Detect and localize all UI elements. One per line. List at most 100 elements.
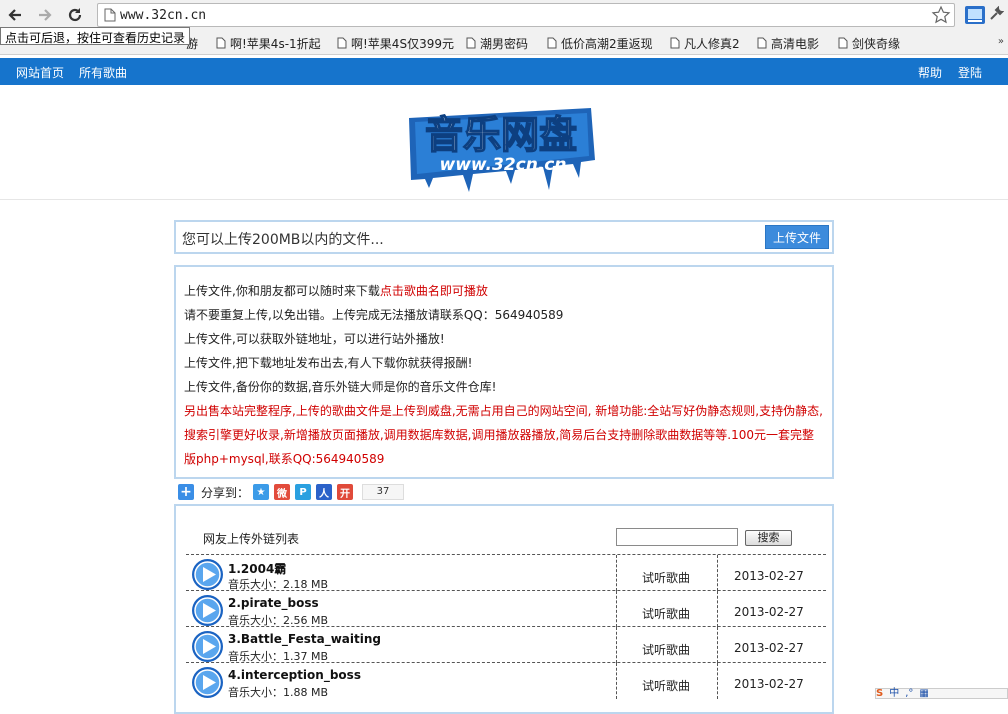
bookmark-item[interactable]: 低价高潮2重返现 — [547, 35, 653, 51]
search-button[interactable]: 搜索 — [745, 530, 792, 546]
back-arrow-icon — [8, 9, 21, 21]
song-table: 1.2004霸 音乐大小：2.18 MB 试听歌曲 2013-02-27 2.p… — [186, 554, 826, 699]
ime-punctuation-icon[interactable]: ,° — [905, 689, 913, 699]
ime-language[interactable]: 中 — [889, 689, 899, 699]
listen-link[interactable]: 试听歌曲 — [642, 605, 690, 622]
bookmark-item[interactable]: 凡人修真2 — [670, 35, 740, 51]
kaixin-icon[interactable]: 开 — [337, 484, 354, 500]
song-name-link[interactable]: 2.pirate_boss — [228, 596, 319, 610]
ime-toolbar[interactable]: S 中 ,° ▦ — [875, 688, 1008, 699]
sale-notice-line: 另出售本站完整程序,上传的歌曲文件是上传到威盘,无需占用自己的网站空间, 新增功… — [184, 404, 823, 418]
table-row: 1.2004霸 音乐大小：2.18 MB 试听歌曲 2013-02-27 — [186, 554, 826, 591]
table-row: 2.pirate_boss 音乐大小：2.56 MB 试听歌曲 2013-02-… — [186, 590, 826, 627]
bookmark-item[interactable]: 啊!苹果4s-1折起 — [216, 35, 321, 51]
list-title: 网友上传外链列表 — [203, 532, 300, 546]
upload-placeholder[interactable]: 您可以上传200MB以内的文件... — [182, 229, 384, 249]
reload-icon — [68, 8, 82, 22]
notice-line: 上传文件,备份你的数据,音乐外链大师是你的音乐文件仓库! — [184, 380, 497, 394]
tencent-weibo-icon[interactable]: P — [295, 484, 312, 500]
bookmark-label: 啊!苹果4S仅399元 — [351, 36, 454, 51]
bookmark-label: 低价高潮2重返现 — [561, 36, 653, 51]
listen-link[interactable]: 试听歌曲 — [642, 641, 690, 658]
bookmark-label: 剑侠奇缘 — [852, 36, 901, 51]
sale-notice-line: 版php+mysql,联系QQ:564940589 — [184, 452, 385, 466]
back-button[interactable] — [4, 4, 26, 26]
table-row: 4.interception_boss 音乐大小：1.88 MB 试听歌曲 20… — [186, 662, 826, 699]
address-bar[interactable]: www.32cn.cn — [97, 3, 955, 27]
bookmark-label: 啊!苹果4s-1折起 — [230, 36, 321, 51]
nav-home-link[interactable]: 网站首页 — [16, 64, 64, 81]
forward-button[interactable] — [34, 4, 56, 26]
weibo-icon[interactable]: 微 — [274, 484, 291, 500]
renren-icon[interactable]: 人 — [316, 484, 333, 500]
qzone-star-icon[interactable]: ★ — [253, 484, 270, 500]
listen-link[interactable]: 试听歌曲 — [642, 677, 690, 694]
bookmark-page-icon — [757, 37, 767, 49]
forward-arrow-icon — [39, 9, 52, 21]
song-name-link[interactable]: 4.interception_boss — [228, 668, 361, 682]
nav-all-songs-link[interactable]: 所有歌曲 — [79, 64, 127, 81]
back-tooltip: 点击可后退，按住可查看历史记录 — [0, 27, 191, 45]
wrench-menu-icon[interactable] — [988, 6, 1004, 22]
share-bar: + 分享到： ★ 微 P 人 开 37 — [178, 482, 405, 502]
column-divider — [616, 663, 617, 699]
play-icon[interactable] — [191, 630, 224, 663]
site-nav: 网站首页 所有歌曲 帮助 登陆 — [0, 58, 1008, 85]
upload-date: 2013-02-27 — [734, 677, 804, 691]
logo-domain: www.32cn.cn — [440, 155, 567, 175]
column-divider — [616, 591, 617, 627]
extension-icon[interactable] — [964, 4, 986, 26]
listen-link[interactable]: 试听歌曲 — [642, 569, 690, 586]
song-name-link[interactable]: 1.2004霸 — [228, 560, 286, 577]
column-divider — [616, 555, 617, 591]
notice-line: 上传文件,把下载地址发布出去,有人下载你就获得报酬! — [184, 356, 473, 370]
song-name-link[interactable]: 3.Battle_Festa_waiting — [228, 632, 381, 646]
reload-button[interactable] — [64, 4, 86, 26]
ime-keyboard-icon[interactable]: ▦ — [919, 689, 928, 699]
play-icon[interactable] — [191, 666, 224, 699]
logo-area: 音乐网盘 www.32cn.cn — [0, 85, 1008, 200]
bookmark-star-icon[interactable] — [931, 5, 951, 25]
notice-text: 上传文件,你和朋友都可以随时来下载 — [184, 284, 380, 298]
bookmark-item[interactable]: 高清电影 — [757, 35, 819, 51]
upload-date: 2013-02-27 — [734, 641, 804, 655]
bookmark-page-icon — [337, 37, 347, 49]
site-logo[interactable]: 音乐网盘 www.32cn.cn — [403, 100, 598, 195]
upload-date: 2013-02-27 — [734, 605, 804, 619]
song-list-panel: 网友上传外链列表 搜索 1.2004霸 音乐大小：2.18 MB 试听歌曲 20… — [174, 504, 834, 714]
logo-title: 音乐网盘 — [425, 113, 577, 157]
bookmark-page-icon — [670, 37, 680, 49]
column-divider — [616, 627, 617, 663]
bookmark-item[interactable]: 啊!苹果4S仅399元 — [337, 35, 454, 51]
column-divider — [717, 663, 718, 699]
play-icon[interactable] — [191, 558, 224, 591]
ime-logo-icon: S — [876, 688, 884, 699]
sale-notice-line: 搜索引擎更好收录,新增播放页面播放,调用数据库数据,调用播放器播放,简易后台支持… — [184, 428, 814, 442]
notice-highlight: 点击歌曲名即可播放 — [379, 284, 488, 298]
column-divider — [717, 591, 718, 627]
share-count: 37 — [362, 484, 405, 500]
notice-line: 上传文件,可以获取外链地址，可以进行站外播放! — [184, 332, 445, 346]
nav-help-link[interactable]: 帮助 — [918, 64, 942, 81]
bookmark-page-icon — [466, 37, 476, 49]
table-row: 3.Battle_Festa_waiting 音乐大小：1.37 MB 试听歌曲… — [186, 626, 826, 663]
nav-login-link[interactable]: 登陆 — [958, 64, 982, 81]
page-icon — [104, 8, 116, 22]
bookmarks-overflow-button[interactable]: » — [998, 36, 1004, 47]
upload-bar: 您可以上传200MB以内的文件... 上传文件 — [174, 220, 834, 254]
bookmark-page-icon — [216, 37, 226, 49]
upload-file-button[interactable]: 上传文件 — [765, 225, 829, 249]
share-plus-icon[interactable]: + — [178, 484, 194, 500]
url-text[interactable]: www.32cn.cn — [120, 8, 206, 23]
play-icon[interactable] — [191, 594, 224, 627]
bookmark-item[interactable]: 潮男密码 — [466, 35, 528, 51]
notice-line: 请不要重复上传,以免出错。上传完成无法播放请联系QQ：564940589 — [184, 308, 564, 322]
bookmark-page-icon — [547, 37, 557, 49]
bookmark-label: 高清电影 — [771, 36, 820, 51]
bookmark-label: 潮男密码 — [480, 36, 529, 51]
notice-panel: 上传文件,你和朋友都可以随时来下载点击歌曲名即可播放 请不要重复上传,以免出错。… — [174, 265, 834, 479]
bookmark-label: 凡人修真2 — [684, 36, 740, 51]
share-label: 分享到： — [201, 485, 250, 500]
bookmark-item[interactable]: 剑侠奇缘 — [838, 35, 900, 51]
search-input[interactable] — [616, 528, 738, 546]
